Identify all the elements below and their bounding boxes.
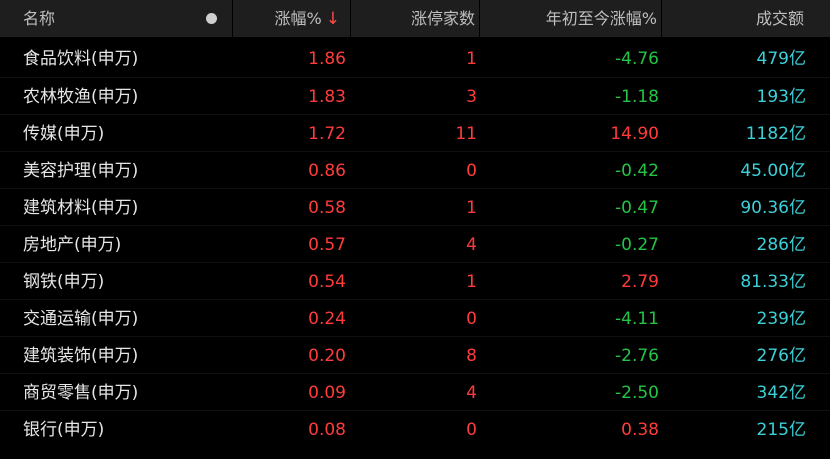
row-limit-up-count: 8 xyxy=(466,346,477,366)
row-volume: 239亿 xyxy=(756,309,806,329)
table-row[interactable]: 钢铁(申万) 0.54 1 2.79 81.33亿 xyxy=(0,262,830,299)
row-ytd-change: 2.79 xyxy=(621,272,659,292)
row-name: 传媒(申万) xyxy=(23,124,105,144)
row-change-pct: 0.09 xyxy=(308,383,346,403)
row-change-pct: 0.86 xyxy=(308,161,346,181)
column-header-limit-up[interactable]: 涨停家数 xyxy=(350,0,479,37)
row-change-pct: 0.24 xyxy=(308,309,346,329)
row-limit-up-count: 3 xyxy=(466,87,477,107)
column-header-name[interactable]: 名称 xyxy=(23,0,203,37)
row-change-pct: 0.08 xyxy=(308,420,346,440)
row-limit-up-count: 1 xyxy=(466,198,477,218)
table-row[interactable]: 建筑装饰(申万) 0.20 8 -2.76 276亿 xyxy=(0,336,830,373)
row-volume: 286亿 xyxy=(756,235,806,255)
table-row[interactable]: 传媒(申万) 1.72 11 14.90 1182亿 xyxy=(0,114,830,151)
row-volume: 81.33亿 xyxy=(740,272,806,292)
row-name: 交通运输(申万) xyxy=(23,309,139,329)
row-name: 建筑装饰(申万) xyxy=(23,346,139,366)
row-volume: 215亿 xyxy=(756,420,806,440)
row-name: 房地产(申万) xyxy=(23,235,122,255)
table-row[interactable]: 交通运输(申万) 0.24 0 -4.11 239亿 xyxy=(0,299,830,336)
row-ytd-change: -4.76 xyxy=(615,49,659,69)
row-name: 食品饮料(申万) xyxy=(23,49,139,69)
row-limit-up-count: 1 xyxy=(466,272,477,292)
row-volume: 479亿 xyxy=(756,49,806,69)
row-name: 建筑材料(申万) xyxy=(23,198,139,218)
row-ytd-change: 0.38 xyxy=(621,420,659,440)
row-change-pct: 1.86 xyxy=(308,49,346,69)
table-row[interactable]: 美容护理(申万) 0.86 0 -0.42 45.00亿 xyxy=(0,151,830,188)
row-volume: 342亿 xyxy=(756,383,806,403)
row-ytd-change: -1.18 xyxy=(615,87,659,107)
row-ytd-change: -2.50 xyxy=(615,383,659,403)
row-volume: 276亿 xyxy=(756,346,806,366)
row-ytd-change: -0.47 xyxy=(615,198,659,218)
row-change-pct: 1.72 xyxy=(308,124,346,144)
row-ytd-change: -0.27 xyxy=(615,235,659,255)
row-change-pct: 0.54 xyxy=(308,272,346,292)
row-volume: 1182亿 xyxy=(745,124,806,144)
row-name: 农林牧渔(申万) xyxy=(23,87,139,107)
row-name: 钢铁(申万) xyxy=(23,272,105,292)
sort-desc-icon: ↓ xyxy=(325,9,340,29)
row-change-pct: 0.57 xyxy=(308,235,346,255)
row-change-pct: 0.20 xyxy=(308,346,346,366)
row-change-pct: 0.58 xyxy=(308,198,346,218)
row-ytd-change: -2.76 xyxy=(615,346,659,366)
table-row[interactable]: 商贸零售(申万) 0.09 4 -2.50 342亿 xyxy=(0,373,830,410)
sector-ranking-table: 名称 涨幅% ↓ 涨停家数 年初至今涨幅% 成交额 食品饮料(申万) 1.86 1 -4… xyxy=(0,0,830,459)
row-limit-up-count: 11 xyxy=(455,124,477,144)
row-ytd-change: -0.42 xyxy=(615,161,659,181)
row-name: 银行(申万) xyxy=(23,420,105,440)
row-volume: 193亿 xyxy=(756,87,806,107)
circle-icon xyxy=(206,12,217,24)
row-limit-up-count: 1 xyxy=(466,49,477,69)
row-limit-up-count: 0 xyxy=(466,309,477,329)
row-limit-up-count: 0 xyxy=(466,420,477,440)
row-ytd-change: 14.90 xyxy=(610,124,659,144)
row-change-pct: 1.83 xyxy=(308,87,346,107)
column-header-ytd[interactable]: 年初至今涨幅% xyxy=(479,0,661,37)
row-limit-up-count: 0 xyxy=(466,161,477,181)
table-row[interactable]: 建筑材料(申万) 0.58 1 -0.47 90.36亿 xyxy=(0,188,830,225)
row-ytd-change: -4.11 xyxy=(615,309,659,329)
row-name: 美容护理(申万) xyxy=(23,161,139,181)
table-header: 名称 涨幅% ↓ 涨停家数 年初至今涨幅% 成交额 xyxy=(0,0,830,37)
table-body: 食品饮料(申万) 1.86 1 -4.76 479亿农林牧渔(申万) 1.83 3 -1.18… xyxy=(0,40,830,447)
row-limit-up-count: 4 xyxy=(466,383,477,403)
table-row[interactable]: 食品饮料(申万) 1.86 1 -4.76 479亿 xyxy=(0,40,830,77)
row-volume: 45.00亿 xyxy=(740,161,806,181)
column-header-dot[interactable] xyxy=(206,0,230,37)
table-row[interactable]: 房地产(申万) 0.57 4 -0.27 286亿 xyxy=(0,225,830,262)
row-name: 商贸零售(申万) xyxy=(23,383,139,403)
column-header-volume[interactable]: 成交额 xyxy=(661,0,806,37)
table-row[interactable]: 银行(申万) 0.08 0 0.38 215亿 xyxy=(0,410,830,447)
column-header-pct[interactable]: 涨幅% ↓ xyxy=(232,0,350,37)
row-volume: 90.36亿 xyxy=(740,198,806,218)
table-row[interactable]: 农林牧渔(申万) 1.83 3 -1.18 193亿 xyxy=(0,77,830,114)
row-limit-up-count: 4 xyxy=(466,235,477,255)
